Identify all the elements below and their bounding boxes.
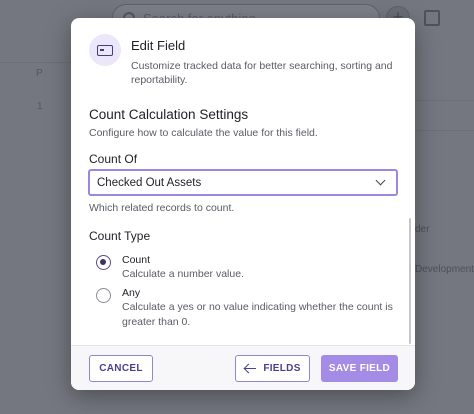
edit-field-modal: Edit Field Customize tracked data for be… xyxy=(71,18,415,390)
count-of-help: Which related records to count. xyxy=(89,202,235,214)
section-title: Count Calculation Settings xyxy=(89,107,249,122)
background-row-text: der xyxy=(415,224,430,235)
scan-icon xyxy=(424,10,440,26)
background-divider xyxy=(415,100,474,101)
radio-count-title: Count xyxy=(122,254,151,266)
count-of-value: Checked Out Assets xyxy=(97,176,202,189)
section-description: Configure how to calculate the value for… xyxy=(89,127,318,139)
background-divider xyxy=(415,130,474,131)
background-letter: 1 xyxy=(37,101,43,112)
count-of-label: Count Of xyxy=(89,152,138,166)
modal-footer: CANCEL FIELDS SAVE FIELD xyxy=(71,345,415,390)
radio-count[interactable] xyxy=(96,255,111,270)
background-row-text: Development xyxy=(415,264,474,275)
header-icon-badge xyxy=(89,34,121,66)
modal-subtitle: Customize tracked data for better search… xyxy=(131,60,393,86)
radio-count-description: Calculate a number value. xyxy=(122,268,244,280)
arrow-left-icon xyxy=(244,364,257,374)
modal-title: Edit Field xyxy=(131,38,186,53)
back-to-fields-label: FIELDS xyxy=(263,363,301,374)
save-field-button[interactable]: SAVE FIELD xyxy=(321,355,398,382)
radio-any-description: Calculate a yes or no value indicating w… xyxy=(122,301,393,328)
count-of-select[interactable]: Checked Out Assets xyxy=(88,169,398,196)
radio-any-title: Any xyxy=(122,287,141,299)
input-field-icon xyxy=(97,44,113,56)
back-to-fields-button[interactable]: FIELDS xyxy=(235,355,310,382)
background-divider xyxy=(0,62,71,63)
chevron-down-icon xyxy=(375,175,386,186)
cancel-button[interactable]: CANCEL xyxy=(89,355,153,382)
count-type-label: Count Type xyxy=(89,229,151,243)
modal-scrollbar[interactable] xyxy=(409,218,411,344)
background-letter: P xyxy=(36,68,43,79)
radio-any[interactable] xyxy=(96,288,111,303)
